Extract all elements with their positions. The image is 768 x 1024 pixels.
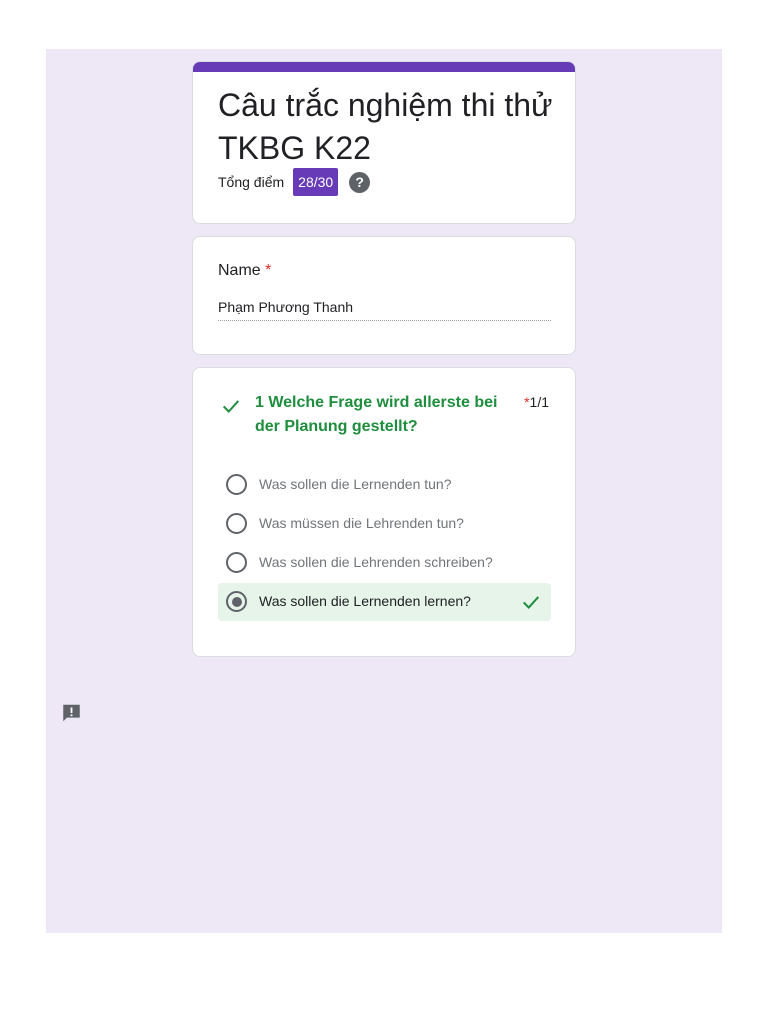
question-card: 1 Welche Frage wird allerste bei der Pla… [192,367,576,657]
answer-option: Was sollen die Lehrenden schreiben? [218,544,551,582]
report-feedback-icon[interactable] [60,702,83,724]
points-value: 1/1 [529,394,549,410]
option-label: Was müssen die Lehrenden tun? [259,515,464,531]
answer-option: Was müssen die Lehrenden tun? [218,505,551,543]
name-question-card: Name * Phạm Phương Thanh [192,236,576,355]
total-score: Tổng điểm 28/30 ? [218,168,371,196]
question-score: *1/1 [524,394,549,410]
accent-bar [193,62,575,72]
name-label-text: Name [218,262,261,279]
required-mark: * [265,262,272,279]
name-label: Name * [218,262,271,280]
check-icon [522,596,540,609]
option-label: Was sollen die Lernenden tun? [259,476,452,492]
score-label: Tổng điểm [218,174,285,190]
option-label: Was sollen die Lehrenden schreiben? [259,554,493,570]
radio-button [226,552,247,573]
form-title: Câu trắc nghiệm thi thử TKBG K22 [218,87,553,166]
answer-option: Was sollen die Lernenden tun? [218,466,551,504]
radio-button [226,513,247,534]
help-icon[interactable]: ? [349,171,371,193]
answer-option-correct: Was sollen die Lernenden lernen? [218,583,551,621]
name-answer: Phạm Phương Thanh [218,299,551,321]
option-label: Was sollen die Lernenden lernen? [259,593,471,609]
question-text: 1 Welche Frage wird allerste bei der Pla… [255,394,498,435]
score-badge: 28/30 [293,168,339,196]
correct-check-icon [222,400,240,413]
radio-button [226,474,247,495]
radio-button-selected [226,591,247,612]
form-header-card: Câu trắc nghiệm thi thử TKBG K22 Tổng đi… [192,61,576,224]
